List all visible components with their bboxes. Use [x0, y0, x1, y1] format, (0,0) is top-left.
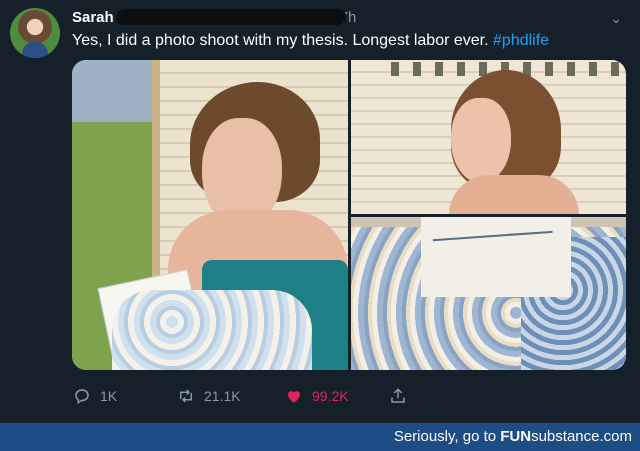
watermark-brand-b: substance — [531, 428, 600, 445]
tweet-header: Sarah 7h — [72, 7, 356, 27]
thesis-signature-page — [421, 217, 571, 297]
watermark-brand-a: FUN — [500, 428, 532, 445]
tweet-card: Sarah 7h ⌄ Yes, I did a photo shoot with… — [0, 0, 640, 420]
chevron-down-icon[interactable]: ⌄ — [610, 10, 622, 27]
heart-icon — [284, 386, 304, 406]
watermark-suffix: .com — [599, 428, 632, 445]
tweet-actions: 1K 21.1K 99.2K — [72, 386, 632, 410]
redaction-scribble — [114, 9, 347, 25]
tweet-text: Yes, I did a photo shoot with my thesis.… — [72, 32, 549, 50]
retweet-icon — [176, 386, 196, 406]
retweet-button[interactable]: 21.1K — [176, 386, 241, 406]
like-count: 99.2K — [312, 388, 349, 404]
shoulders — [449, 175, 579, 214]
watermark-text: Seriously, go to FUNsubstance.com — [394, 428, 632, 445]
reply-button[interactable]: 1K — [72, 386, 117, 406]
avatar[interactable] — [10, 8, 60, 58]
photo-1[interactable] — [72, 60, 348, 370]
face — [451, 98, 511, 183]
author-name[interactable]: Sarah — [72, 9, 114, 26]
like-button[interactable]: 99.2K — [284, 386, 349, 406]
avatar-shirt — [22, 42, 48, 58]
reply-icon — [72, 386, 92, 406]
reply-count: 1K — [100, 388, 118, 404]
photo-3[interactable] — [351, 217, 626, 370]
watermark-banner: Seriously, go to FUNsubstance.com — [0, 423, 640, 451]
retweet-count: 21.1K — [204, 388, 241, 404]
media-grid — [72, 60, 626, 370]
hashtag-link[interactable]: #phdlife — [493, 32, 549, 49]
tweet-body: Yes, I did a photo shoot with my thesis.… — [72, 32, 493, 49]
photo-2[interactable] — [351, 60, 626, 214]
share-icon — [388, 386, 408, 406]
crochet-blanket — [112, 290, 312, 370]
watermark-prefix: Seriously, go to — [393, 428, 501, 445]
share-button[interactable] — [388, 386, 408, 406]
